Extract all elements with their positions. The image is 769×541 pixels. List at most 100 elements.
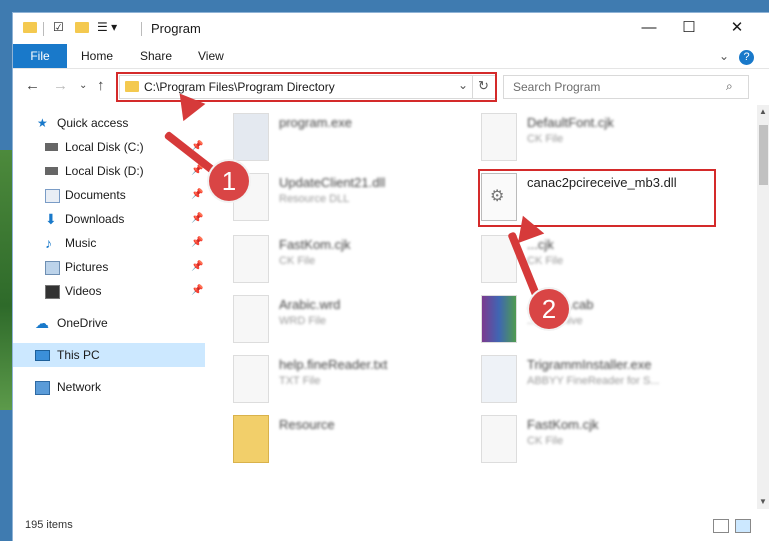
large-icons-view-icon[interactable] bbox=[735, 519, 751, 533]
sidebar-item-label: Network bbox=[57, 380, 102, 394]
search-icon[interactable]: ⌕ bbox=[726, 79, 733, 94]
tab-view[interactable]: View bbox=[198, 44, 224, 68]
folder-icon bbox=[23, 22, 37, 33]
file-type: WRD File bbox=[279, 315, 327, 327]
sidebar-item-network[interactable]: Network bbox=[13, 375, 205, 399]
sidebar-item-label: Videos bbox=[65, 284, 102, 298]
drive-icon bbox=[45, 143, 58, 151]
file-name: FastKom.cjk bbox=[527, 417, 599, 432]
file-item[interactable]: Resource bbox=[213, 411, 443, 467]
pin-icon[interactable]: 📌 bbox=[191, 207, 203, 231]
file-item[interactable]: ...cjk CK File bbox=[461, 231, 691, 287]
search-placeholder: Search Program bbox=[513, 80, 601, 94]
item-count: 195 items bbox=[25, 519, 73, 531]
file-type: ABBYY FineReader for S... bbox=[527, 375, 660, 387]
title-bar: ☑ ☰ ▾ Program — ☐ ✕ bbox=[13, 13, 769, 43]
archive-icon bbox=[481, 295, 517, 343]
details-view-icon[interactable] bbox=[713, 519, 729, 533]
recent-chevron-icon[interactable]: ⌄ bbox=[79, 80, 87, 91]
properties-icon[interactable]: ☑ bbox=[53, 20, 64, 34]
customize-icon[interactable]: ☰ ▾ bbox=[97, 20, 117, 34]
chevron-down-icon[interactable]: ⌄ bbox=[719, 44, 729, 68]
file-type: CK File bbox=[527, 435, 564, 447]
sidebar-item-label: This PC bbox=[57, 348, 100, 362]
file-item[interactable]: FastKom.cjk CK File bbox=[213, 231, 443, 287]
minimize-button[interactable]: — bbox=[631, 17, 667, 39]
drive-icon bbox=[45, 167, 58, 175]
sidebar-item-label: Pictures bbox=[65, 260, 109, 274]
vertical-scrollbar[interactable]: ▲ ▼ bbox=[757, 105, 769, 509]
file-item[interactable]: help.fineReader.txt TXT File bbox=[213, 351, 443, 407]
pc-icon bbox=[35, 350, 50, 361]
sidebar-item-this-pc[interactable]: This PC bbox=[13, 343, 205, 367]
file-type: CK File bbox=[527, 133, 564, 145]
file-name: program.exe bbox=[279, 115, 352, 130]
sidebar-item-label: Downloads bbox=[65, 212, 125, 226]
file-icon bbox=[233, 295, 269, 343]
installer-icon bbox=[481, 355, 517, 403]
file-item[interactable]: DefaultFont.cjk CK File bbox=[461, 109, 691, 165]
sidebar-item-onedrive[interactable]: ☁ OneDrive bbox=[13, 311, 205, 335]
callout-number-2: 2 bbox=[529, 289, 569, 329]
sidebar-item-local-disk-d[interactable]: Local Disk (D:) 📌 bbox=[13, 159, 205, 183]
star-icon: ★ bbox=[37, 116, 48, 130]
close-button[interactable]: ✕ bbox=[719, 17, 755, 39]
maximize-button[interactable]: ☐ bbox=[671, 17, 707, 39]
file-item[interactable]: FastKom.cjk CK File bbox=[461, 411, 691, 467]
file-name: Arabic.wrd bbox=[279, 297, 341, 312]
sidebar-item-documents[interactable]: Documents 📌 bbox=[13, 183, 205, 207]
file-type: CK File bbox=[527, 255, 564, 267]
sidebar-item-music[interactable]: ♪ Music 📌 bbox=[13, 231, 205, 255]
sidebar-item-label: OneDrive bbox=[57, 316, 108, 330]
file-icon bbox=[481, 113, 517, 161]
file-name: TrigrammInstaller.exe bbox=[527, 357, 652, 372]
tab-home[interactable]: Home bbox=[81, 44, 113, 68]
file-item[interactable]: Arabic.wrd WRD File bbox=[213, 291, 443, 347]
downloads-icon: ⬇ bbox=[45, 211, 57, 227]
up-arrow-icon[interactable]: ↑ bbox=[97, 77, 105, 94]
documents-icon bbox=[45, 189, 60, 203]
exe-icon bbox=[233, 113, 269, 161]
status-bar: 195 items bbox=[13, 507, 769, 541]
scroll-up-icon[interactable]: ▲ bbox=[759, 107, 767, 116]
scroll-thumb[interactable] bbox=[759, 125, 768, 185]
search-input[interactable]: Search Program ⌕ bbox=[503, 75, 749, 99]
pin-icon[interactable]: 📌 bbox=[191, 279, 203, 303]
callout-number-1: 1 bbox=[209, 161, 249, 201]
window-title: Program bbox=[151, 21, 201, 36]
ribbon: File Home Share View ⌄ ? bbox=[13, 44, 769, 69]
tab-file[interactable]: File bbox=[13, 44, 67, 68]
sidebar-item-label: Quick access bbox=[57, 116, 129, 130]
scroll-down-icon[interactable]: ▼ bbox=[759, 497, 767, 506]
pin-icon[interactable]: 📌 bbox=[191, 231, 203, 255]
folder-icon bbox=[233, 415, 269, 463]
file-name: DefaultFont.cjk bbox=[527, 115, 614, 130]
file-list: program.exe DefaultFont.cjk CK File Upda… bbox=[213, 103, 743, 503]
file-name: help.fineReader.txt bbox=[279, 357, 388, 372]
separator bbox=[43, 22, 44, 36]
cloud-icon: ☁ bbox=[35, 315, 49, 331]
pin-icon[interactable]: 📌 bbox=[191, 183, 203, 207]
sidebar-item-downloads[interactable]: ⬇ Downloads 📌 bbox=[13, 207, 205, 231]
new-folder-icon[interactable] bbox=[75, 22, 89, 33]
file-name: Resource bbox=[279, 417, 335, 432]
file-item[interactable]: ...cates.cab ...E Archive bbox=[461, 291, 691, 347]
back-arrow-icon[interactable]: ← bbox=[25, 77, 40, 94]
sidebar-item-quick-access[interactable]: ★ Quick access bbox=[13, 111, 205, 135]
forward-arrow-icon[interactable]: → bbox=[53, 77, 68, 94]
sidebar-item-videos[interactable]: Videos 📌 bbox=[13, 279, 205, 303]
file-item[interactable]: program.exe bbox=[213, 109, 443, 165]
sidebar-item-pictures[interactable]: Pictures 📌 bbox=[13, 255, 205, 279]
sidebar-item-label: Documents bbox=[65, 188, 126, 202]
file-item[interactable]: TrigrammInstaller.exe ABBYY FineReader f… bbox=[461, 351, 691, 407]
tab-share[interactable]: Share bbox=[140, 44, 172, 68]
sidebar-item-label: Music bbox=[65, 236, 97, 250]
sidebar-item-label: Local Disk (C:) bbox=[65, 140, 144, 154]
pictures-icon bbox=[45, 261, 60, 275]
file-type: CK File bbox=[279, 255, 316, 267]
navigation-pane: ★ Quick access Local Disk (C:) 📌 Local D… bbox=[13, 103, 205, 503]
pin-icon[interactable]: 📌 bbox=[191, 255, 203, 279]
videos-icon bbox=[45, 285, 60, 299]
network-icon bbox=[35, 381, 50, 395]
help-icon[interactable]: ? bbox=[739, 44, 754, 68]
